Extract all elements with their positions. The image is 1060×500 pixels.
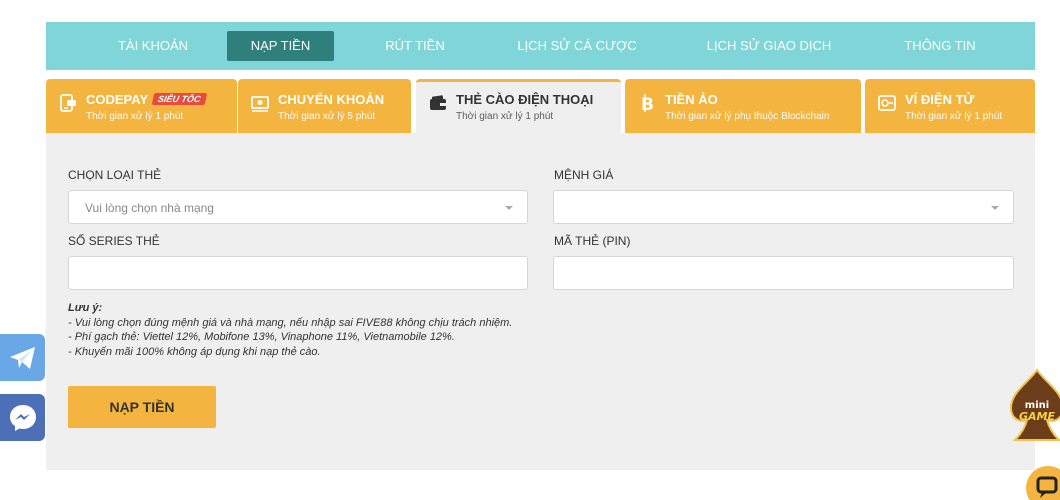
- method-tab-ewallet[interactable]: VÍ ĐIỆN TỬ Thời gian xử lý 1 phút: [865, 79, 1035, 133]
- minigame-spade-icon: mini GAME: [1009, 368, 1060, 441]
- note-line: - Phí gạch thẻ: Viettel 12%, Mobifone 13…: [68, 331, 455, 343]
- chevron-down-icon: [505, 206, 513, 210]
- bank-transfer-icon: [251, 96, 269, 112]
- telegram-icon: [9, 346, 35, 369]
- nav-tab-deposit[interactable]: NẠP TIỀN: [227, 31, 334, 61]
- method-tab-phone-card[interactable]: THẺ CÀO ĐIỆN THOẠI Thời gian xử lý 1 phú…: [416, 79, 621, 133]
- messenger-button[interactable]: [0, 394, 45, 441]
- nav-tab-withdraw[interactable]: RÚT TIỀN: [370, 31, 460, 61]
- card-type-select[interactable]: Vui lòng chọn nhà mạng: [68, 190, 528, 224]
- method-tab-codepay[interactable]: CODEPAY SIÊU TỐC Thời gian xử lý 1 phút: [46, 79, 237, 133]
- wallet-card-icon: [430, 95, 446, 110]
- method-subtitle: Thời gian xử lý 1 phút: [905, 111, 1003, 122]
- note-line: - Khuyến mãi 100% không áp dụng khi nạp …: [68, 345, 321, 358]
- method-title: CHUYỂN KHOẢN: [278, 92, 385, 107]
- svg-text:GAME: GAME: [1019, 410, 1055, 423]
- method-title: TIỀN ẢO: [665, 92, 718, 107]
- serial-input[interactable]: [68, 256, 528, 290]
- svg-text:B: B: [641, 95, 654, 113]
- ewallet-icon: [878, 95, 896, 111]
- telegram-button[interactable]: [0, 334, 45, 381]
- method-subtitle: Thời gian xử lý 1 phút: [86, 111, 184, 122]
- messenger-icon: [9, 404, 36, 431]
- pin-input[interactable]: [553, 256, 1014, 290]
- top-nav: TÀI KHOẢN NẠP TIỀN RÚT TIỀN LỊCH SỬ CÁ C…: [46, 22, 1035, 70]
- denomination-label: MỆNH GIÁ: [554, 168, 614, 182]
- serial-label: SỐ SERIES THẺ: [68, 234, 160, 248]
- nav-tab-bet-history[interactable]: LỊCH SỬ CÁ CƯỢC: [512, 31, 642, 61]
- card-type-placeholder: Vui lòng chọn nhà mạng: [85, 201, 214, 215]
- deposit-submit-button[interactable]: NẠP TIỀN: [68, 386, 216, 428]
- denomination-select[interactable]: [553, 190, 1014, 224]
- deposit-page: TÀI KHOẢN NẠP TIỀN RÚT TIỀN LỊCH SỬ CÁ C…: [0, 0, 1060, 500]
- notes: Lưu ý: - Vui lòng chọn đúng mệnh giá và …: [68, 301, 512, 359]
- method-title: VÍ ĐIỆN TỬ: [905, 92, 975, 107]
- minigame-button[interactable]: mini GAME: [1005, 368, 1060, 444]
- card-type-label: CHỌN LOẠI THẺ: [68, 168, 162, 182]
- codepay-icon: [60, 94, 76, 112]
- chevron-down-icon: [991, 206, 999, 210]
- method-title: CODEPAY: [86, 92, 149, 107]
- method-subtitle: Thời gian xử lý 1 phút: [456, 111, 554, 122]
- method-tab-bank-transfer[interactable]: CHUYỂN KHOẢN Thời gian xử lý 5 phút: [238, 79, 411, 133]
- deposit-method-tabs: CODEPAY SIÊU TỐC Thời gian xử lý 1 phút C…: [46, 79, 1035, 133]
- chat-icon: [1036, 476, 1058, 498]
- bitcoin-icon: B: [641, 94, 654, 113]
- nav-tab-info[interactable]: THÔNG TIN: [896, 31, 984, 61]
- pin-label: MÃ THẺ (PIN): [554, 234, 631, 248]
- nav-tab-account[interactable]: TÀI KHOẢN: [108, 31, 198, 61]
- method-subtitle: Thời gian xử lý phụ thuộc Blockchain: [665, 111, 830, 122]
- method-tab-crypto[interactable]: B TIỀN ẢO Thời gian xử lý phụ thuộc Bloc…: [625, 79, 861, 133]
- chat-button[interactable]: [1026, 466, 1060, 500]
- method-subtitle: Thời gian xử lý 5 phút: [278, 111, 376, 122]
- notes-title: Lưu ý:: [68, 302, 103, 314]
- note-line: - Vui lòng chọn đúng mệnh giá và nhà mạn…: [68, 316, 513, 329]
- nav-tab-transaction-history[interactable]: LỊCH SỬ GIAO DỊCH: [698, 31, 840, 61]
- express-badge: SIÊU TỐC: [151, 93, 207, 105]
- phone-card-form: CHỌN LOẠI THẺ Vui lòng chọn nhà mạng MỆN…: [46, 133, 1035, 470]
- method-title: THẺ CÀO ĐIỆN THOẠI: [456, 92, 594, 107]
